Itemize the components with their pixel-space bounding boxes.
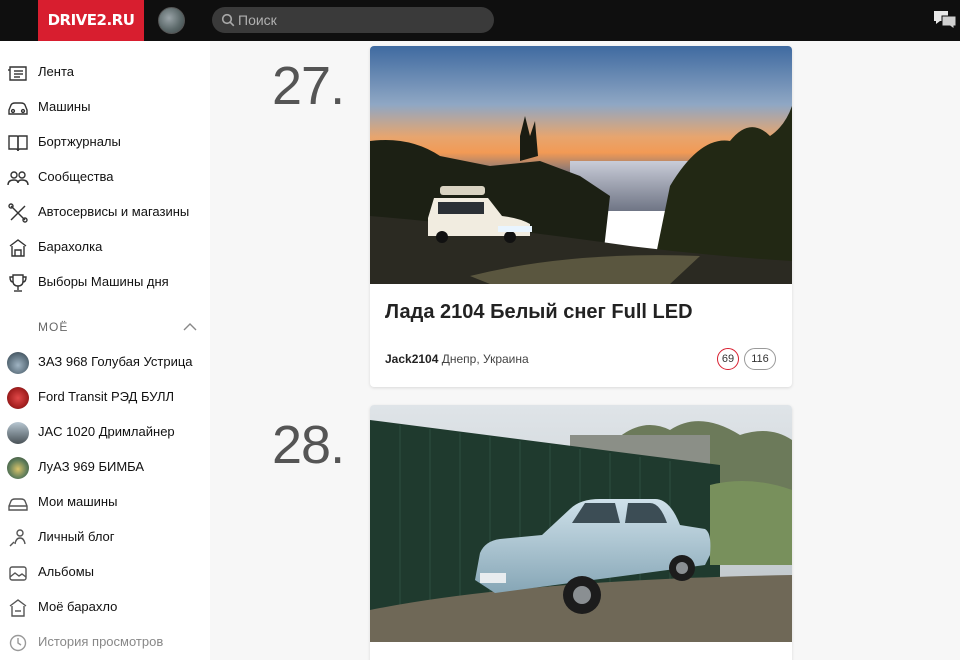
car-thumbnail: [7, 387, 29, 409]
car-icon: [8, 102, 28, 115]
car-photo[interactable]: [370, 405, 792, 642]
car-card[interactable]: Лада 2104 Белый снег Full LED Jack2104 Д…: [370, 46, 792, 387]
my-car-label: ЗАЗ 968 Голубая Устрица: [38, 354, 193, 369]
sidebar-item-label: Моё барахло: [38, 599, 118, 614]
search-input[interactable]: [238, 7, 488, 33]
sidebar-item-label: Бортжурналы: [38, 134, 121, 149]
sidebar-item-label: Сообщества: [38, 169, 114, 184]
rank-number: 28.: [272, 415, 345, 475]
author-name[interactable]: Jack2104: [385, 352, 438, 366]
my-car-item[interactable]: ЗАЗ 968 Голубая Устрица: [0, 345, 210, 380]
my-section-heading: МОЁ: [38, 320, 69, 334]
car-meta: Jack2104 Днепр, Украина: [385, 352, 529, 366]
sidebar-item-label: Мои машины: [38, 494, 118, 509]
feed-icon: [8, 66, 27, 81]
sidebar-item-label: Машины: [38, 99, 91, 114]
my-car-item[interactable]: ЛуАЗ 969 БИМБА: [0, 450, 210, 485]
marketplace-icon: [9, 239, 27, 257]
search-icon: [221, 13, 235, 27]
sidebar-item-logbooks[interactable]: Бортжурналы: [0, 125, 210, 160]
sidebar-item-label: Автосервисы и магазины: [38, 204, 190, 219]
top-bar: DRIVE2.RU: [0, 0, 960, 41]
messages-icon[interactable]: [932, 9, 958, 31]
sidebar-item-history[interactable]: История просмотров: [0, 625, 210, 660]
my-car-label: Ford Transit РЭД БУЛЛ: [38, 389, 175, 404]
logbook-icon: [8, 135, 28, 152]
site-logo[interactable]: DRIVE2.RU: [38, 0, 144, 41]
sidebar-item-car-of-day[interactable]: Выборы Машины дня: [0, 265, 210, 300]
tools-icon: [8, 203, 28, 223]
sidebar-item-label: История просмотров: [38, 634, 164, 649]
car-thumbnail: [7, 422, 29, 444]
sidebar-item-communities[interactable]: Сообщества: [0, 160, 210, 195]
my-cars-icon: [8, 498, 28, 511]
chevron-up-icon[interactable]: [182, 320, 198, 332]
sidebar-item-my-cars[interactable]: Мои машины: [0, 485, 210, 520]
my-stuff-icon: [9, 599, 27, 617]
sidebar-item-label: Выборы Машины дня: [38, 274, 169, 289]
blog-icon: [9, 529, 26, 547]
search-box[interactable]: [212, 7, 494, 33]
car-photo[interactable]: [370, 46, 792, 284]
car-thumbnail: [7, 457, 29, 479]
comments-badge[interactable]: 116: [744, 348, 776, 370]
trophy-icon: [9, 274, 27, 292]
sidebar: Лента Машины Бортжурналы Сообщества Авто…: [0, 41, 210, 660]
sidebar-item-cars[interactable]: Машины: [0, 90, 210, 125]
sidebar-item-label: Барахолка: [38, 239, 103, 254]
user-avatar[interactable]: [158, 7, 185, 34]
author-location: Днепр, Украина: [441, 352, 529, 366]
sidebar-item-label: Лента: [38, 64, 74, 79]
sidebar-item-services[interactable]: Автосервисы и магазины: [0, 195, 210, 230]
communities-icon: [7, 171, 29, 186]
sidebar-item-feed[interactable]: Лента: [0, 55, 210, 90]
likes-badge[interactable]: 69: [717, 348, 739, 370]
rank-number: 27.: [272, 56, 345, 116]
my-car-label: ЛуАЗ 969 БИМБА: [38, 459, 145, 474]
car-card[interactable]: [370, 405, 792, 660]
main-feed: 27. Лада 2104 Белый снег Full LED Jack21…: [210, 41, 960, 660]
my-car-label: JAC 1020 Дримлайнер: [38, 424, 175, 439]
sidebar-item-marketplace[interactable]: Барахолка: [0, 230, 210, 265]
sidebar-item-label: Личный блог: [38, 529, 115, 544]
sidebar-item-blog[interactable]: Личный блог: [0, 520, 210, 555]
albums-icon: [9, 566, 27, 581]
car-thumbnail: [7, 352, 29, 374]
sidebar-item-my-stuff[interactable]: Моё барахло: [0, 590, 210, 625]
my-car-item[interactable]: JAC 1020 Дримлайнер: [0, 415, 210, 450]
sidebar-item-label: Альбомы: [38, 564, 94, 579]
history-icon: [9, 634, 27, 652]
sidebar-item-albums[interactable]: Альбомы: [0, 555, 210, 590]
car-title[interactable]: Лада 2104 Белый снег Full LED: [385, 301, 705, 323]
my-car-item[interactable]: Ford Transit РЭД БУЛЛ: [0, 380, 210, 415]
